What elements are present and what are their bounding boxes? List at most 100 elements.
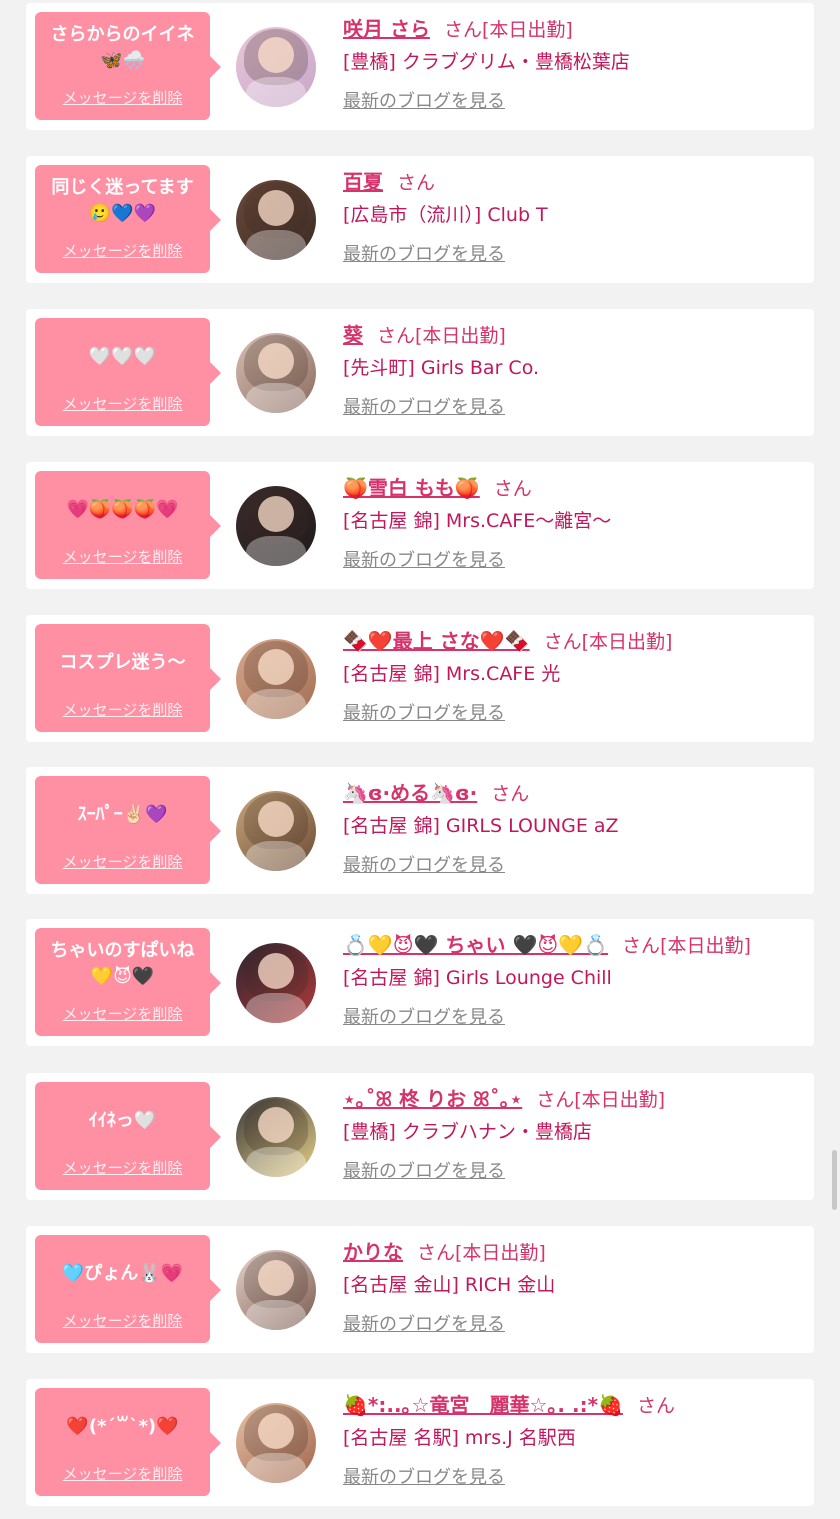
- list-item: 同じく迷ってます 🥲💙💜 メッセージを削除 百夏 さん [広島市（流川）] Clu…: [26, 156, 814, 283]
- profile-name-link[interactable]: 🦄ɞ·める🦄ɞ·: [343, 781, 477, 805]
- scrollbar[interactable]: [832, 1150, 837, 1210]
- profile-info: 🍓*:..｡☆竜宮 麗華☆｡. .:*🍓 さん [名古屋 名駅] mrs.J 名駅…: [343, 1389, 806, 1493]
- list-item: ｽｰﾊﾟｰ✌🏻💜 メッセージを削除 🦄ɞ·める🦄ɞ· さん [名古屋 錦] GIR…: [26, 767, 814, 894]
- shop-name: [広島市（流川）] Club T: [343, 204, 548, 226]
- profile-name-link[interactable]: 🍓*:..｡☆竜宮 麗華☆｡. .:*🍓: [343, 1393, 623, 1417]
- profile-name-link[interactable]: 🍑雪白 もも🍑: [343, 476, 480, 500]
- avatar[interactable]: [236, 333, 316, 413]
- shop-name: [名古屋 錦] Mrs.CAFE〜離宮〜: [343, 510, 612, 532]
- view-blog-link[interactable]: 最新のブログを見る: [343, 1003, 806, 1033]
- avatar-body: [246, 383, 306, 413]
- avatar[interactable]: [236, 1250, 316, 1330]
- honorific: さん: [443, 19, 482, 41]
- message-text: 🩵ぴょん🐰💗: [61, 1263, 184, 1284]
- list-item: 💗🍑🍑🍑💗 メッセージを削除 🍑雪白 もも🍑 さん [名古屋 錦] Mrs.CAF…: [26, 462, 814, 589]
- avatar[interactable]: [236, 943, 316, 1023]
- view-blog-link[interactable]: 最新のブログを見る: [343, 699, 806, 729]
- message-bubble: 同じく迷ってます 🥲💙💜 メッセージを削除: [35, 165, 221, 273]
- honorific: さん: [377, 325, 416, 347]
- shop-name: [名古屋 錦] Girls Lounge Chill: [343, 967, 612, 989]
- profile-info: 葵さん[本日出勤] [先斗町] Girls Bar Co. 最新のブログを見る: [343, 319, 806, 423]
- status-badge: [本日出勤]: [574, 1089, 666, 1111]
- delete-message-link[interactable]: メッセージを削除: [35, 546, 210, 567]
- avatar[interactable]: [236, 1403, 316, 1483]
- view-blog-link[interactable]: 最新のブログを見る: [343, 240, 806, 270]
- profile-name-link[interactable]: かりな: [343, 1240, 403, 1264]
- status-badge: [本日出勤]: [455, 1242, 546, 1264]
- avatar-face: [258, 1107, 294, 1143]
- honorific: さん: [397, 172, 436, 194]
- avatar-face: [258, 37, 294, 73]
- shop-name: [名古屋 名駅] mrs.J 名駅西: [343, 1427, 576, 1449]
- delete-message-link[interactable]: メッセージを削除: [35, 87, 210, 108]
- delete-message-link[interactable]: メッセージを削除: [35, 393, 210, 414]
- message-text: ちゃいのすぱいね 💛😈🖤: [50, 940, 195, 987]
- profile-name-link[interactable]: ⋆｡˚ꕤ 柊 りお ꕤ˚｡⋆: [343, 1087, 522, 1111]
- avatar[interactable]: [236, 27, 316, 107]
- avatar[interactable]: [236, 639, 316, 719]
- avatar-face: [258, 343, 294, 379]
- delete-message-link[interactable]: メッセージを削除: [35, 1003, 210, 1024]
- avatar[interactable]: [236, 1097, 316, 1177]
- message-text: さらからのイイネ 🦋🌨️: [50, 24, 195, 71]
- delete-message-link[interactable]: メッセージを削除: [35, 240, 210, 261]
- avatar[interactable]: [236, 180, 316, 260]
- list-item: ｲｲﾈっ🤍 メッセージを削除 ⋆｡˚ꕤ 柊 りお ꕤ˚｡⋆ さん[本日出勤] [豊…: [26, 1073, 814, 1200]
- view-blog-link[interactable]: 最新のブログを見る: [343, 87, 806, 117]
- name-line: 咲月 さら さん[本日出勤]: [343, 13, 806, 45]
- message-text: ｲｲﾈっ🤍: [88, 1110, 157, 1131]
- name-line: 🦄ɞ·める🦄ɞ· さん: [343, 777, 806, 809]
- avatar-body: [246, 536, 306, 566]
- name-line: 💍💛😈🖤 ちゃい 🖤😈💛💍 さん[本日出勤]: [343, 929, 806, 961]
- status-badge: [本日出勤]: [481, 19, 573, 41]
- view-blog-link[interactable]: 最新のブログを見る: [343, 1157, 806, 1187]
- shop-name: [名古屋 錦] GIRLS LOUNGE aZ: [343, 815, 619, 837]
- view-blog-link[interactable]: 最新のブログを見る: [343, 1310, 806, 1340]
- avatar-body: [246, 1147, 306, 1177]
- profile-info: 🍫❤️最上 さな❤️🍫 さん[本日出勤] [名古屋 錦] Mrs.CAFE 光 最…: [343, 625, 806, 729]
- profile-name-link[interactable]: 百夏: [343, 170, 383, 194]
- delete-message-link[interactable]: メッセージを削除: [35, 1463, 210, 1484]
- view-blog-link[interactable]: 最新のブログを見る: [343, 851, 806, 881]
- profile-info: ⋆｡˚ꕤ 柊 りお ꕤ˚｡⋆ さん[本日出勤] [豊橋] クラブハナン・豊橋店 最…: [343, 1083, 806, 1187]
- message-bubble: さらからのイイネ 🦋🌨️ メッセージを削除: [35, 12, 221, 120]
- honorific: さん: [536, 1089, 575, 1111]
- profile-name-link[interactable]: 咲月 さら: [343, 17, 430, 41]
- view-blog-link[interactable]: 最新のブログを見る: [343, 1463, 806, 1493]
- message-text: 🤍🤍🤍: [88, 346, 157, 367]
- status-badge: [本日出勤]: [415, 325, 506, 347]
- avatar-body: [246, 1300, 306, 1330]
- honorific: さん: [491, 783, 530, 805]
- list-item: 🤍🤍🤍 メッセージを削除 葵さん[本日出勤] [先斗町] Girls Bar C…: [26, 309, 814, 436]
- delete-message-link[interactable]: メッセージを削除: [35, 851, 210, 872]
- honorific: さん: [493, 478, 532, 500]
- status-badge: [本日出勤]: [581, 631, 673, 653]
- message-bubble: ｽｰﾊﾟｰ✌🏻💜 メッセージを削除: [35, 776, 221, 884]
- message-bubble: ❤️(*´꒳`*)❤️ メッセージを削除: [35, 1388, 221, 1496]
- avatar[interactable]: [236, 486, 316, 566]
- profile-info: かりな さん[本日出勤] [名古屋 金山] RICH 金山 最新のブログを見る: [343, 1236, 806, 1340]
- delete-message-link[interactable]: メッセージを削除: [35, 1157, 210, 1178]
- view-blog-link[interactable]: 最新のブログを見る: [343, 393, 806, 423]
- message-bubble: 💗🍑🍑🍑💗 メッセージを削除: [35, 471, 221, 579]
- profile-info: 百夏 さん [広島市（流川）] Club T 最新のブログを見る: [343, 166, 806, 270]
- message-text: コスプレ迷う〜: [59, 652, 186, 673]
- message-text: 同じく迷ってます 🥲💙💜: [51, 177, 194, 224]
- name-line: 百夏 さん: [343, 166, 806, 198]
- avatar[interactable]: [236, 791, 316, 871]
- message-bubble: コスプレ迷う〜 メッセージを削除: [35, 624, 221, 732]
- profile-name-link[interactable]: 💍💛😈🖤 ちゃい 🖤😈💛💍: [343, 933, 608, 957]
- delete-message-link[interactable]: メッセージを削除: [35, 1310, 210, 1331]
- name-line: かりな さん[本日出勤]: [343, 1236, 806, 1268]
- shop-name: [名古屋 錦] Mrs.CAFE 光: [343, 663, 561, 685]
- avatar-face: [258, 1260, 294, 1296]
- delete-message-link[interactable]: メッセージを削除: [35, 699, 210, 720]
- profile-name-link[interactable]: 🍫❤️最上 さな❤️🍫: [343, 629, 530, 653]
- list-item: さらからのイイネ 🦋🌨️ メッセージを削除 咲月 さら さん[本日出勤] [豊橋]…: [26, 3, 814, 130]
- liked-messages-list: さらからのイイネ 🦋🌨️ メッセージを削除 咲月 さら さん[本日出勤] [豊橋]…: [0, 0, 840, 1519]
- message-bubble: 🤍🤍🤍 メッセージを削除: [35, 318, 221, 426]
- avatar-face: [258, 496, 294, 532]
- avatar-body: [246, 993, 306, 1023]
- profile-name-link[interactable]: 葵: [343, 323, 363, 347]
- view-blog-link[interactable]: 最新のブログを見る: [343, 546, 806, 576]
